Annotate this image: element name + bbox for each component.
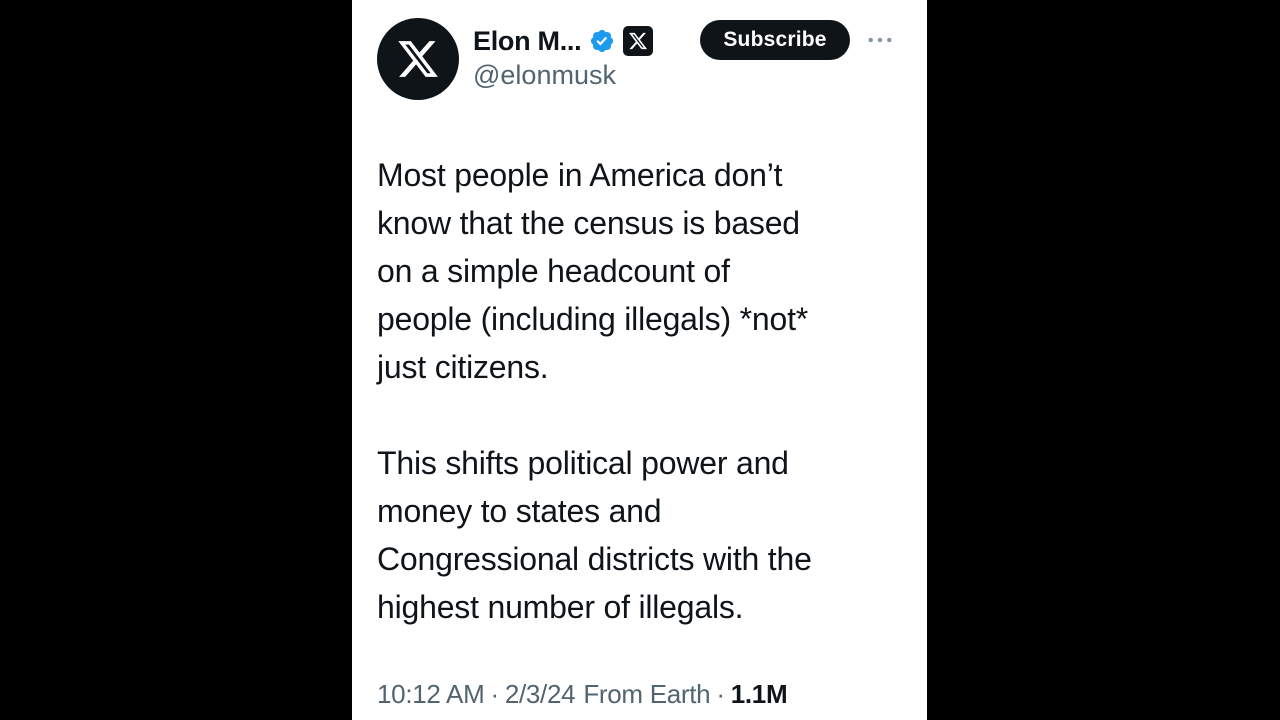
tweet-source: From Earth xyxy=(583,678,711,709)
meta-separator: · xyxy=(716,678,725,709)
x-logo-icon xyxy=(398,41,438,77)
tweet-metadata: 10:12 AM · 2/3/24 From Earth · 1.1M xyxy=(377,672,788,716)
tweet-paragraph: This shifts political power and money to… xyxy=(377,445,812,625)
subscribe-button[interactable]: Subscribe xyxy=(700,20,850,60)
tweet-date[interactable]: 2/3/24 xyxy=(505,679,576,710)
meta-separator: · xyxy=(490,678,499,709)
author-handle[interactable]: @elonmusk xyxy=(473,60,616,91)
views-count[interactable]: 1.1M xyxy=(731,679,788,710)
screenshot-stage: Elon M... Subscribe @elonmusk Most peopl… xyxy=(0,0,1280,720)
author-name-row: Elon M... xyxy=(473,22,654,60)
avatar[interactable] xyxy=(377,18,459,100)
tweet-card: Elon M... Subscribe @elonmusk Most peopl… xyxy=(352,0,927,720)
more-horizontal-icon[interactable] xyxy=(866,26,894,54)
x-affiliate-icon[interactable] xyxy=(623,26,654,56)
tweet-time[interactable]: 10:12 AM xyxy=(377,679,485,710)
tweet-text: Most people in America don’t know that t… xyxy=(377,151,907,631)
display-name[interactable]: Elon M... xyxy=(473,26,582,57)
tweet-paragraph: Most people in America don’t know that t… xyxy=(377,157,809,385)
verified-badge-icon xyxy=(589,28,615,54)
